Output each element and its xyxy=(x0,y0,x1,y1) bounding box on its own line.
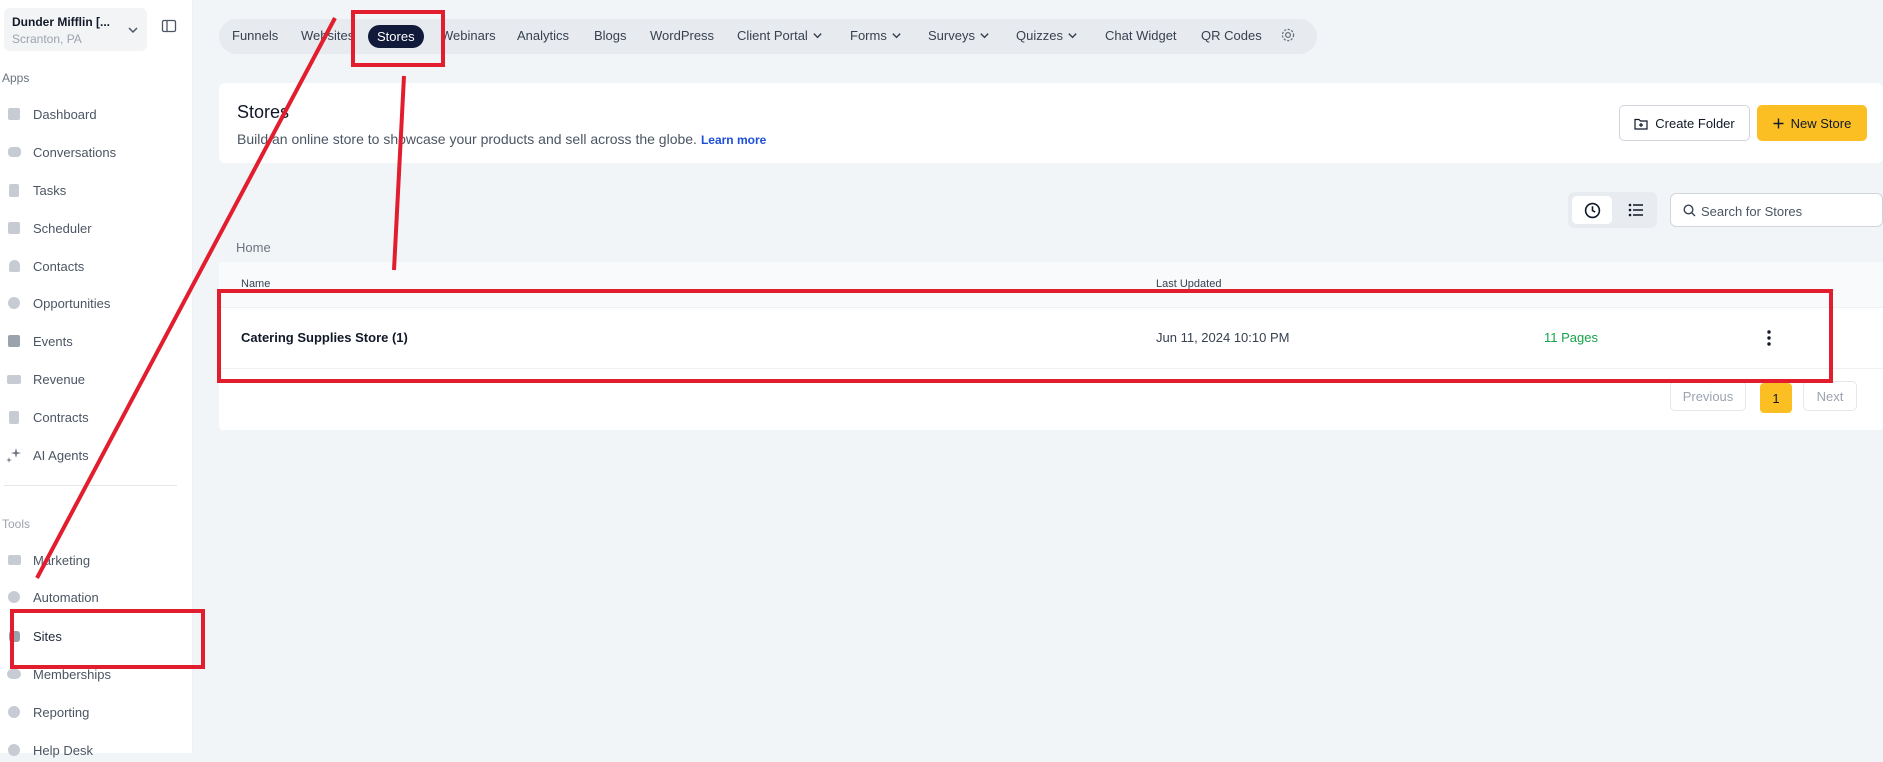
chevron-down-icon xyxy=(892,33,901,39)
tab-qr-codes[interactable]: QR Codes xyxy=(1201,28,1262,43)
sidebar-toggle-icon[interactable] xyxy=(161,18,177,39)
gear-icon[interactable] xyxy=(1280,27,1296,48)
create-folder-button[interactable]: Create Folder xyxy=(1619,105,1750,141)
annotation-box-sites-item xyxy=(10,609,205,669)
list-icon xyxy=(1628,203,1643,217)
learn-more-link[interactable]: Learn more xyxy=(701,133,766,147)
sidebar-item-automation[interactable]: Automation xyxy=(6,585,186,609)
chevron-down-icon xyxy=(1068,33,1077,39)
stores-header: Stores Build an online store to showcase… xyxy=(219,83,1883,163)
page-subtitle: Build an online store to showcase your p… xyxy=(237,131,767,147)
chevron-down-icon xyxy=(980,33,989,39)
chevron-down-icon xyxy=(127,23,139,41)
new-store-button[interactable]: New Store xyxy=(1757,105,1867,141)
tab-webinars[interactable]: Webinars xyxy=(441,28,496,43)
megaphone-icon xyxy=(6,552,22,568)
automation-icon xyxy=(6,589,22,605)
contracts-icon xyxy=(6,409,22,425)
sidebar-item-revenue[interactable]: Revenue xyxy=(6,367,186,391)
tab-websites[interactable]: Websites xyxy=(301,28,354,43)
annotation-box-store-row xyxy=(217,289,1833,383)
tab-analytics[interactable]: Analytics xyxy=(517,28,569,43)
recent-view-button[interactable] xyxy=(1572,196,1612,224)
search-stores xyxy=(1670,193,1883,228)
sidebar-item-help-desk[interactable]: Help Desk xyxy=(6,738,186,762)
folder-plus-icon xyxy=(1634,118,1648,130)
tab-forms[interactable]: Forms xyxy=(850,28,902,43)
sidebar-item-dashboard[interactable]: Dashboard xyxy=(6,102,186,126)
list-view-button[interactable] xyxy=(1616,196,1656,224)
next-page-button[interactable]: Next xyxy=(1803,381,1857,411)
tab-quizzes[interactable]: Quizzes xyxy=(1016,28,1078,43)
sidebar-item-tasks[interactable]: Tasks xyxy=(6,178,186,202)
tools-section-label: Tools xyxy=(2,517,31,531)
page-number-current[interactable]: 1 xyxy=(1760,383,1792,413)
chevron-down-icon xyxy=(813,33,822,39)
tab-blogs[interactable]: Blogs xyxy=(594,28,627,43)
tab-client-portal[interactable]: Client Portal xyxy=(737,28,823,43)
account-name: Dunder Mifflin [... xyxy=(12,15,110,29)
contacts-icon xyxy=(6,258,22,274)
sidebar-item-reporting[interactable]: Reporting xyxy=(6,700,186,724)
sidebar-item-marketing[interactable]: Marketing xyxy=(6,548,186,572)
tab-wordpress[interactable]: WordPress xyxy=(650,28,714,43)
sidebar-item-ai-agents[interactable]: AI Agents xyxy=(6,443,186,467)
tab-surveys[interactable]: Surveys xyxy=(928,28,990,43)
search-icon xyxy=(1683,204,1696,222)
breadcrumb[interactable]: Home xyxy=(236,240,271,255)
reporting-icon xyxy=(6,704,22,720)
sidebar-item-opportunities[interactable]: Opportunities xyxy=(6,291,186,315)
sidebar-divider xyxy=(4,485,177,486)
view-toggle xyxy=(1568,192,1657,228)
dashboard-icon xyxy=(6,106,22,122)
help-desk-icon xyxy=(6,742,22,758)
sidebar-item-scheduler[interactable]: Scheduler xyxy=(6,216,186,240)
opportunities-icon xyxy=(6,295,22,311)
sparkle-icon xyxy=(6,447,22,463)
account-location: Scranton, PA xyxy=(12,32,82,46)
sidebar-item-contacts[interactable]: Contacts xyxy=(6,254,186,278)
tasks-icon xyxy=(6,182,22,198)
annotation-box-stores-tab xyxy=(351,10,445,67)
tab-funnels[interactable]: Funnels xyxy=(232,28,278,43)
revenue-icon xyxy=(6,371,22,387)
calendar-icon xyxy=(6,220,22,236)
apps-section-label: Apps xyxy=(2,71,30,85)
clock-icon xyxy=(1584,202,1600,218)
sidebar-item-conversations[interactable]: Conversations xyxy=(6,140,186,164)
sidebar-item-contracts[interactable]: Contracts xyxy=(6,405,186,429)
plus-icon xyxy=(1773,118,1784,128)
sidebar-item-events[interactable]: Events xyxy=(6,329,186,353)
tab-chat-widget[interactable]: Chat Widget xyxy=(1105,28,1177,43)
previous-page-button[interactable]: Previous xyxy=(1670,381,1746,411)
search-input[interactable] xyxy=(1699,194,1883,228)
page-title: Stores xyxy=(237,102,290,122)
account-switcher[interactable]: Dunder Mifflin [... Scranton, PA xyxy=(4,8,147,51)
conversations-icon xyxy=(6,144,22,160)
events-icon xyxy=(6,333,22,349)
